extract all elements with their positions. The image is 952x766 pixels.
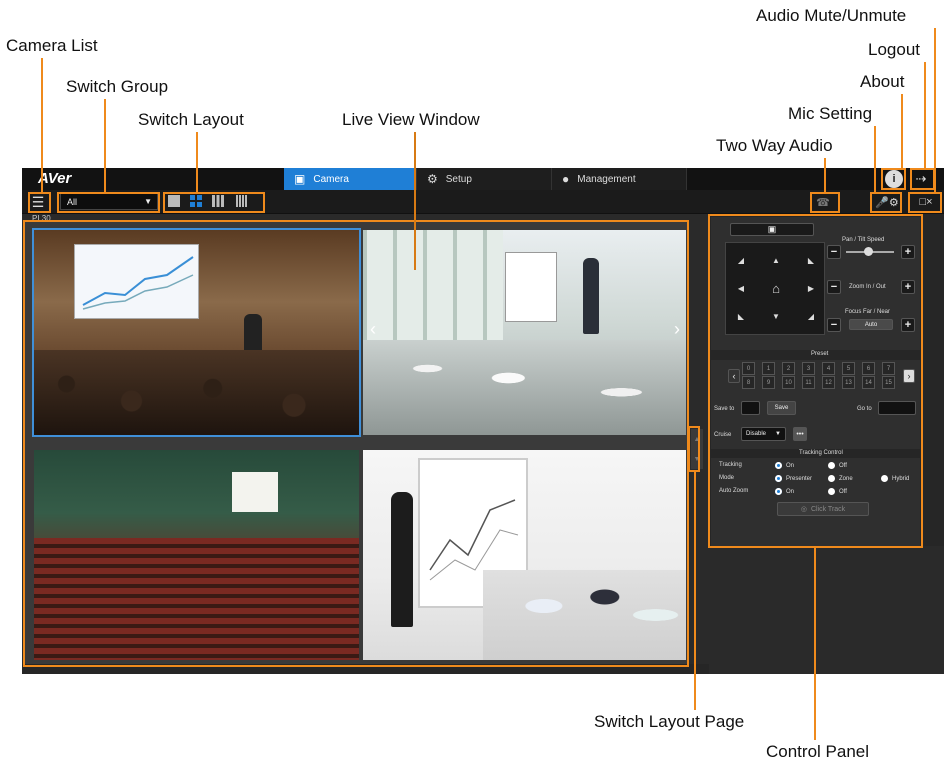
- top-bar: AVer ▣ Camera ⚙ Setup ● Management i ⇢: [22, 168, 944, 190]
- leader-control-panel: [814, 547, 816, 740]
- leader-live-view: [414, 132, 416, 270]
- label-mic-setting: Mic Setting: [788, 104, 873, 123]
- tab-setup-label: Setup: [445, 173, 472, 185]
- highlight-about: [881, 168, 906, 190]
- aver-logo: AVer: [38, 170, 72, 187]
- tab-camera-label: Camera: [313, 173, 349, 185]
- leader-camera-list: [41, 58, 43, 193]
- highlight-switch-layout: [163, 192, 265, 213]
- toolbar: ☰ All ▼ ☎ 🎤⚙ □×: [22, 190, 944, 214]
- label-two-way-audio: Two Way Audio: [716, 136, 833, 155]
- tab-camera[interactable]: ▣ Camera: [284, 168, 417, 190]
- highlight-live-view: [23, 220, 689, 667]
- control-panel-footer: [709, 546, 944, 674]
- tab-management-label: Management: [577, 173, 636, 185]
- leader-mic-setting: [874, 126, 876, 193]
- highlight-audio-mute: [908, 192, 942, 213]
- leader-logout: [924, 62, 926, 169]
- highlight-logout: [910, 168, 935, 190]
- label-live-view-window: Live View Window: [342, 110, 480, 129]
- label-switch-layout-page: Switch Layout Page: [594, 712, 745, 731]
- label-switch-layout: Switch Layout: [138, 110, 244, 129]
- label-switch-group: Switch Group: [66, 77, 169, 96]
- highlight-two-way-audio: [810, 192, 840, 213]
- highlight-mic-setting: [870, 192, 902, 213]
- leader-audio-mute: [934, 28, 936, 193]
- highlight-switch-group: [57, 192, 160, 213]
- highlight-control-panel: [708, 214, 923, 548]
- gear-icon: ⚙: [427, 172, 438, 186]
- camera-icon: ▣: [294, 172, 306, 186]
- leader-about: [901, 94, 903, 169]
- tab-setup[interactable]: ⚙ Setup: [417, 168, 552, 190]
- label-logout: Logout: [868, 40, 920, 59]
- label-control-panel: Control Panel: [766, 742, 870, 761]
- tab-management[interactable]: ● Management: [552, 168, 687, 190]
- highlight-camera-list: [28, 192, 51, 213]
- label-about: About: [860, 72, 905, 91]
- leader-switch-group: [104, 99, 106, 193]
- leader-switch-layout: [196, 132, 198, 193]
- label-camera-list: Camera List: [6, 36, 98, 55]
- leader-two-way-audio: [824, 158, 826, 193]
- highlight-layout-page: [688, 426, 700, 472]
- leader-layout-page: [694, 471, 696, 710]
- user-icon: ●: [562, 172, 570, 186]
- label-audio-mute: Audio Mute/Unmute: [756, 6, 907, 25]
